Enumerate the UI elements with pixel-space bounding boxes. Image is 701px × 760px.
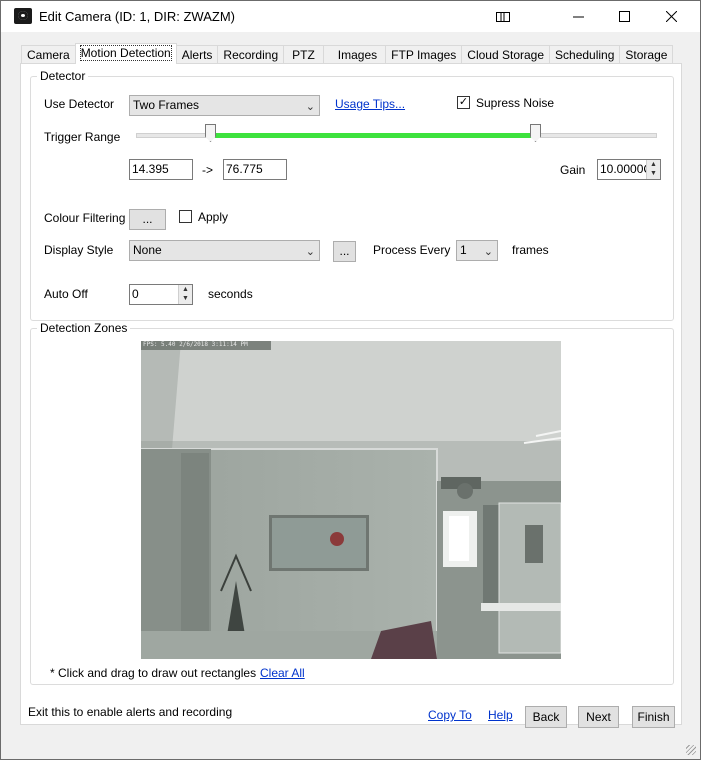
close-button[interactable] — [648, 1, 694, 32]
next-button[interactable]: Next — [578, 706, 619, 728]
title-bar: Edit Camera (ID: 1, DIR: ZWAZM) — [1, 1, 700, 32]
display-style-button[interactable]: ... — [333, 241, 356, 262]
layout-icon — [496, 11, 510, 22]
colour-filtering-button[interactable]: ... — [129, 209, 166, 230]
camera-app-icon — [14, 8, 32, 24]
process-every-value: 1 — [460, 243, 467, 257]
maximize-button[interactable] — [601, 1, 647, 32]
camera-overlay-text: FPS: 5.40 2/6/2018 3:11:14 PM — [143, 341, 248, 348]
suppress-noise-checkbox[interactable]: ✓ — [457, 96, 470, 109]
slider-selected-range — [211, 133, 536, 138]
tab-label: Camera — [27, 48, 70, 62]
draw-hint-text: * Click and drag to draw out rectangles — [50, 666, 257, 680]
resize-grip-icon[interactable] — [686, 745, 696, 755]
spin-down-icon[interactable]: ▼ — [179, 294, 192, 303]
tab-label: Scheduling — [555, 48, 615, 62]
trigger-min-input[interactable]: 14.395 — [129, 159, 193, 180]
tab-camera[interactable]: Camera — [21, 45, 76, 64]
tab-label: Images — [337, 48, 378, 62]
display-style-select[interactable]: None ⌄ — [129, 240, 320, 261]
camera-preview[interactable]: FPS: 5.40 2/6/2018 3:11:14 PM — [141, 341, 561, 659]
tab-cloud-storage[interactable]: Cloud Storage — [461, 45, 551, 64]
tab-label: Storage — [625, 48, 668, 62]
tab-label: Motion Detection — [79, 45, 172, 61]
help-link[interactable]: Help — [488, 708, 513, 722]
layout-toggle-button[interactable] — [480, 1, 526, 32]
tab-label: Cloud Storage — [467, 48, 545, 62]
trigger-max-input[interactable]: 76.775 — [223, 159, 287, 180]
detector-group-label: Detector — [40, 69, 86, 83]
tab-motion-detection[interactable]: Motion Detection — [74, 43, 177, 64]
tab-images[interactable]: Images — [322, 45, 387, 64]
tab-strip: Camera Motion Detection Alerts Recording… — [21, 43, 674, 64]
auto-off-spin-buttons[interactable]: ▲ ▼ — [178, 285, 192, 304]
gain-stepper[interactable]: 10.0000C ▲ ▼ — [597, 159, 661, 180]
chevron-down-icon: ⌄ — [305, 246, 315, 258]
process-every-label: Process Every — [373, 243, 451, 257]
auto-off-stepper[interactable]: 0 ▲ ▼ — [129, 284, 193, 305]
suppress-noise-label: Supress Noise — [476, 96, 555, 110]
spin-up-icon[interactable]: ▲ — [647, 160, 660, 169]
minimize-icon — [572, 16, 584, 18]
apply-checkbox[interactable] — [179, 210, 192, 223]
tab-recording[interactable]: Recording — [217, 45, 285, 64]
camera-frame-image — [141, 341, 561, 659]
maximize-icon — [618, 11, 630, 22]
copy-to-link[interactable]: Copy To — [428, 708, 472, 722]
auto-off-value: 0 — [132, 287, 139, 301]
display-style-label: Display Style — [44, 243, 114, 257]
tab-storage[interactable]: Storage — [619, 45, 674, 64]
tab-alerts[interactable]: Alerts — [175, 45, 219, 64]
edit-camera-window: Edit Camera (ID: 1, DIR: ZWAZM) Camera M… — [0, 0, 701, 760]
seconds-label: seconds — [208, 287, 253, 301]
tab-scheduling[interactable]: Scheduling — [549, 45, 621, 64]
tab-label: PTZ — [292, 48, 315, 62]
apply-label: Apply — [198, 210, 229, 224]
gain-spin-buttons[interactable]: ▲ ▼ — [646, 160, 660, 179]
finish-button[interactable]: Finish — [632, 706, 675, 728]
display-style-value: None — [133, 243, 162, 257]
auto-off-label: Auto Off — [44, 287, 88, 301]
spin-up-icon[interactable]: ▲ — [179, 285, 192, 294]
tab-label: FTP Images — [391, 48, 457, 62]
gain-label: Gain — [560, 163, 586, 177]
spin-down-icon[interactable]: ▼ — [647, 169, 660, 178]
use-detector-value: Two Frames — [133, 98, 200, 112]
tab-ptz[interactable]: PTZ — [283, 45, 324, 64]
chevron-down-icon: ⌄ — [483, 246, 493, 258]
tab-label: Recording — [223, 48, 279, 62]
trigger-range-label: Trigger Range — [44, 130, 121, 144]
close-icon — [665, 11, 677, 22]
tab-ftp-images[interactable]: FTP Images — [385, 45, 463, 64]
back-button[interactable]: Back — [525, 706, 567, 728]
tab-label: Alerts — [181, 48, 213, 62]
usage-tips-link[interactable]: Usage Tips... — [335, 97, 405, 111]
minimize-button[interactable] — [555, 1, 601, 32]
range-arrow-label: -> — [202, 163, 214, 177]
process-every-select[interactable]: 1 ⌄ — [456, 240, 498, 261]
colour-filtering-label: Colour Filtering — [44, 211, 126, 225]
gain-value: 10.0000C — [600, 162, 653, 176]
chevron-down-icon: ⌄ — [305, 101, 315, 113]
status-text: Exit this to enable alerts and recording — [28, 705, 233, 719]
use-detector-label: Use Detector — [44, 97, 115, 111]
use-detector-select[interactable]: Two Frames ⌄ — [129, 95, 320, 116]
clear-all-link[interactable]: Clear All — [260, 666, 305, 680]
frames-label: frames — [512, 243, 549, 257]
window-title: Edit Camera (ID: 1, DIR: ZWAZM) — [39, 9, 235, 24]
detection-zones-group-label: Detection Zones — [40, 321, 128, 335]
